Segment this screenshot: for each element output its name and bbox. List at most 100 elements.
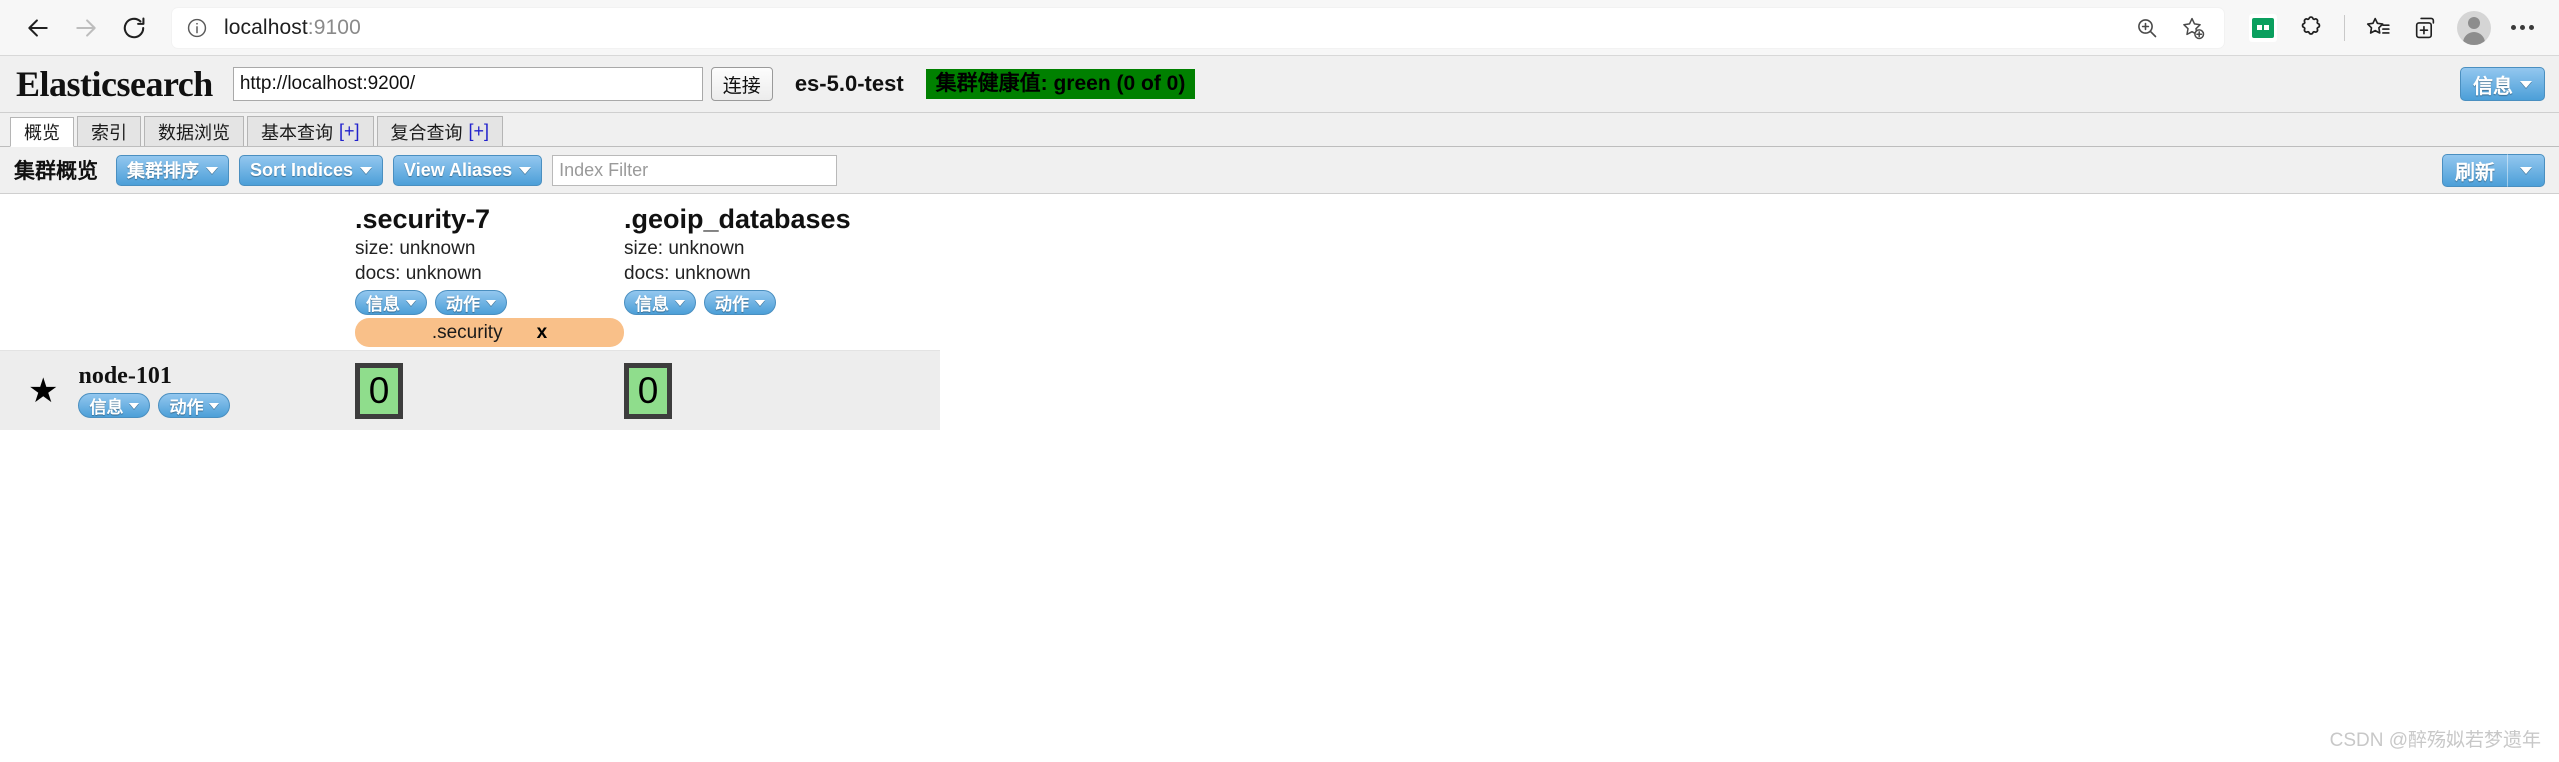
index-action-label: 动作 bbox=[715, 295, 749, 315]
site-info-icon[interactable] bbox=[182, 13, 212, 43]
refresh-button[interactable]: 刷新 bbox=[2442, 153, 2507, 187]
index-actions: 信息 动作 bbox=[624, 290, 893, 316]
chevron-down-icon bbox=[206, 166, 218, 174]
index-docs: docs: unknown bbox=[624, 262, 751, 284]
index-header-row: .security-7 size: unknown docs: unknown … bbox=[0, 194, 2559, 316]
node-actions: 信息 动作 bbox=[78, 393, 231, 419]
es-cluster-name: es-5.0-test bbox=[794, 71, 904, 96]
chevron-down-icon bbox=[486, 299, 496, 306]
tab-basic-query[interactable]: 基本查询 [+] bbox=[247, 116, 374, 146]
chevron-down-icon bbox=[209, 402, 220, 409]
split-screen-icon[interactable] bbox=[2403, 5, 2449, 51]
node-action-label: 动作 bbox=[169, 398, 204, 418]
cluster-overview-toolbar: 集群概览 集群排序 Sort Indices View Aliases 刷新 bbox=[0, 147, 2559, 194]
header-info-label: 信息 bbox=[2473, 75, 2513, 98]
index-filter-input[interactable] bbox=[552, 154, 838, 186]
tab-indices[interactable]: 索引 bbox=[77, 116, 141, 146]
sort-indices-button[interactable]: Sort Indices bbox=[239, 154, 384, 186]
omnibox-actions bbox=[2126, 7, 2214, 49]
tab-composite-query[interactable]: 复合查询 [+] bbox=[376, 116, 504, 146]
cluster-overview-grid: .security-7 size: unknown docs: unknown … bbox=[0, 194, 2559, 431]
tab-overview-label: 概览 bbox=[24, 123, 60, 143]
index-name: .geoip_databases bbox=[624, 204, 851, 234]
toolbar-divider bbox=[2344, 14, 2345, 41]
index-action-button[interactable]: 动作 bbox=[704, 290, 776, 316]
tab-data-browser[interactable]: 数据浏览 bbox=[144, 116, 244, 146]
chevron-down-icon bbox=[129, 402, 140, 409]
node-info-block: node-101 信息 动作 bbox=[78, 362, 231, 419]
sort-cluster-button[interactable]: 集群排序 bbox=[116, 154, 229, 186]
tab-composite-query-plus: [+] bbox=[468, 121, 490, 141]
grid-corner-spacer bbox=[0, 204, 355, 315]
es-header: Elasticsearch 连接 es-5.0-test 集群健康值: gree… bbox=[0, 56, 2559, 113]
alias-name: .security bbox=[431, 321, 503, 343]
zoom-icon[interactable] bbox=[2126, 7, 2168, 49]
favorites-icon[interactable] bbox=[2355, 5, 2401, 51]
index-size: size: unknown bbox=[624, 237, 745, 259]
watermark: CSDN @醉殇姒若梦遗年 bbox=[2329, 730, 2541, 751]
alias-cell-security-7: .security x bbox=[355, 315, 624, 348]
shard-box[interactable]: 0 bbox=[355, 362, 403, 419]
tab-basic-query-plus: [+] bbox=[339, 121, 360, 141]
tab-composite-query-label: 复合查询 bbox=[390, 122, 463, 143]
settings-more-icon[interactable] bbox=[2499, 5, 2545, 51]
address-bar[interactable]: localhost:9100 bbox=[172, 7, 2224, 49]
add-favorite-icon[interactable] bbox=[2172, 7, 2214, 49]
alias-row: .security x bbox=[0, 315, 2559, 348]
tab-indices-label: 索引 bbox=[91, 122, 127, 143]
node-action-button[interactable]: 动作 bbox=[158, 393, 231, 419]
alias-row-spacer bbox=[0, 315, 355, 347]
node-info-label: 信息 bbox=[89, 398, 124, 418]
index-column-security-7: .security-7 size: unknown docs: unknown … bbox=[355, 204, 624, 316]
extensions-icon[interactable] bbox=[2288, 5, 2334, 51]
index-action-button[interactable]: 动作 bbox=[435, 290, 507, 316]
tab-basic-query-label: 基本查询 bbox=[261, 122, 333, 143]
app-shortcut-icon[interactable] bbox=[2240, 5, 2286, 51]
forward-button[interactable] bbox=[62, 4, 110, 52]
index-size: size: unknown bbox=[355, 237, 476, 259]
node-name: node-101 bbox=[78, 362, 172, 389]
es-tab-bar: 概览 索引 数据浏览 基本查询 [+] 复合查询 [+] bbox=[0, 113, 2559, 147]
sort-indices-label: Sort Indices bbox=[250, 159, 354, 180]
address-bar-text: localhost:9100 bbox=[224, 16, 361, 40]
sort-cluster-label: 集群排序 bbox=[127, 161, 199, 181]
profile-avatar[interactable] bbox=[2451, 5, 2497, 51]
chevron-down-icon bbox=[755, 299, 765, 306]
chevron-down-icon bbox=[519, 166, 532, 174]
header-info-button[interactable]: 信息 bbox=[2460, 67, 2545, 101]
index-info-button[interactable]: 信息 bbox=[624, 290, 696, 316]
back-button[interactable] bbox=[14, 4, 62, 52]
es-logo: Elasticsearch bbox=[16, 64, 213, 104]
master-node-star-icon: ★ bbox=[28, 371, 59, 410]
url-port: :9100 bbox=[307, 15, 361, 39]
view-aliases-label: View Aliases bbox=[404, 159, 513, 180]
chevron-down-icon bbox=[675, 299, 685, 306]
es-cluster-url-input[interactable] bbox=[232, 67, 703, 101]
browser-actions bbox=[2234, 5, 2545, 51]
index-action-label: 动作 bbox=[446, 295, 480, 315]
es-connect-button[interactable]: 连接 bbox=[710, 67, 773, 101]
url-host: localhost bbox=[224, 15, 308, 39]
cluster-health-badge: 集群健康值: green (0 of 0) bbox=[925, 68, 1196, 100]
index-actions: 信息 动作 bbox=[355, 290, 624, 316]
index-info-label: 信息 bbox=[366, 295, 400, 315]
alias-remove-icon[interactable]: x bbox=[537, 322, 548, 344]
node-info-button[interactable]: 信息 bbox=[78, 393, 151, 419]
toolbar-right: 刷新 bbox=[2442, 153, 2545, 187]
cluster-overview-title: 集群概览 bbox=[14, 160, 98, 183]
browser-toolbar: localhost:9100 bbox=[0, 0, 2559, 56]
tab-overview[interactable]: 概览 bbox=[10, 117, 74, 147]
view-aliases-button[interactable]: View Aliases bbox=[393, 154, 543, 186]
refresh-options-button[interactable] bbox=[2507, 153, 2545, 187]
alias-pill-security[interactable]: .security x bbox=[355, 318, 624, 348]
shard-box[interactable]: 0 bbox=[624, 362, 672, 419]
chevron-down-icon bbox=[2520, 166, 2532, 174]
shard-cell-security-7: 0 bbox=[355, 362, 624, 419]
chevron-down-icon bbox=[406, 299, 416, 306]
elasticsearch-head-app: Elasticsearch 连接 es-5.0-test 集群健康值: gree… bbox=[0, 56, 2559, 431]
reload-button[interactable] bbox=[110, 4, 158, 52]
alias-cell-geoip-databases bbox=[624, 315, 893, 347]
node-label-cell: ★ node-101 信息 动作 bbox=[0, 363, 355, 419]
index-info-button[interactable]: 信息 bbox=[355, 290, 427, 316]
shard-cell-geoip-databases: 0 bbox=[624, 362, 893, 419]
